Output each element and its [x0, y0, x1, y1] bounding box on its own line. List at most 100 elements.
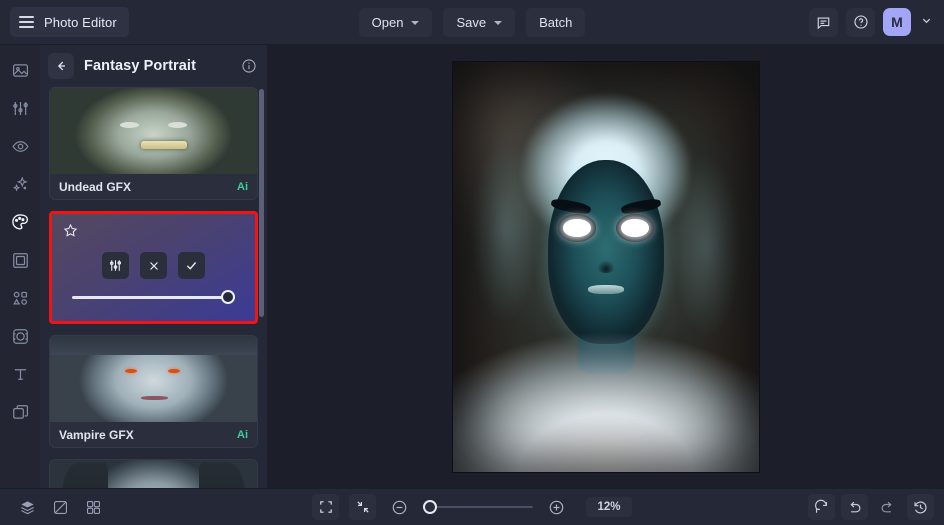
effect-cancel-button[interactable]	[140, 252, 167, 279]
open-button[interactable]: Open	[358, 8, 433, 37]
zoom-in-button[interactable]	[543, 494, 570, 520]
sidebar-item-overlay[interactable]	[5, 321, 35, 351]
list-item[interactable]: Vampire GFX Ai	[49, 335, 258, 448]
panel-title: Fantasy Portrait	[84, 58, 196, 74]
canvas-area[interactable]	[268, 45, 944, 488]
redo-button[interactable]	[874, 494, 901, 520]
undo-icon	[850, 501, 861, 512]
open-label: Open	[371, 15, 404, 30]
slider-track	[72, 296, 235, 299]
hamburger-icon	[19, 16, 34, 28]
effect-edit-overlay	[52, 214, 255, 321]
shapes-icon	[12, 291, 27, 305]
star-icon[interactable]	[63, 223, 78, 243]
grid-button[interactable]	[80, 494, 107, 520]
save-button[interactable]: Save	[443, 8, 516, 37]
compare-button[interactable]	[47, 494, 74, 520]
list-item[interactable]: Outerworld GFX Ai	[49, 459, 258, 488]
zoom-level-value[interactable]: 12%	[586, 497, 632, 517]
app-menu-button[interactable]: Photo Editor	[10, 7, 129, 37]
batch-button[interactable]: Batch	[526, 8, 586, 37]
panel-info-button[interactable]	[241, 58, 257, 74]
eye-icon	[11, 140, 29, 152]
effect-thumbnail	[50, 88, 257, 174]
adjustments-icon	[12, 101, 28, 115]
effect-settings-button[interactable]	[102, 252, 129, 279]
layers-icon	[12, 404, 28, 419]
effect-intensity-slider[interactable]	[72, 290, 235, 304]
reset-rotate-icon	[815, 499, 828, 513]
compare-icon	[53, 500, 68, 514]
check-icon	[186, 262, 197, 270]
ai-badge: Ai	[237, 428, 248, 441]
outerworld-preview-image	[50, 460, 257, 488]
layers-button[interactable]	[14, 494, 41, 520]
effect-label-row: Undead GFX Ai	[50, 174, 257, 199]
zoom-in-icon	[550, 500, 564, 514]
portrait-vignette	[453, 62, 759, 472]
back-button[interactable]	[48, 53, 74, 79]
top-toolbar: Photo Editor Open Save Batch M	[0, 0, 944, 45]
zoom-slider-track	[423, 506, 534, 508]
help-circle-icon	[853, 15, 868, 29]
grid-icon	[86, 500, 101, 514]
app-title: Photo Editor	[44, 14, 117, 30]
list-item-selected[interactable]	[49, 211, 258, 324]
feedback-button[interactable]	[809, 7, 838, 37]
sidebar-item-adjustments[interactable]	[5, 93, 35, 123]
collapse-button[interactable]	[349, 494, 377, 520]
effect-label-row: Vampire GFX Ai	[50, 422, 257, 447]
collapse-icon	[357, 501, 369, 513]
palette-icon	[12, 214, 29, 230]
bottom-toolbar-left	[14, 494, 194, 520]
avatar[interactable]: M	[883, 8, 911, 36]
chevron-down-icon	[411, 20, 420, 25]
redo-icon	[881, 501, 892, 512]
effect-name: Vampire GFX	[59, 427, 134, 442]
ai-badge: Ai	[237, 180, 248, 193]
sidebar-item-shapes[interactable]	[5, 283, 35, 313]
help-button[interactable]	[846, 7, 875, 37]
zoom-slider-handle[interactable]	[423, 500, 438, 514]
panel-scrollbar-thumb[interactable]	[259, 89, 264, 317]
fit-screen-icon	[320, 501, 332, 513]
history-icon	[914, 500, 927, 513]
frame-icon	[12, 252, 28, 268]
avatar-chevron-down-icon[interactable]	[921, 13, 932, 31]
zoom-slider[interactable]	[423, 500, 534, 514]
vampire-preview-image	[50, 336, 257, 422]
reset-button[interactable]	[808, 494, 835, 520]
slider-handle[interactable]	[221, 290, 235, 304]
sidebar-item-frame[interactable]	[5, 245, 35, 275]
history-button[interactable]	[907, 494, 934, 520]
effect-thumbnail	[50, 460, 257, 488]
app-body: Fantasy Portrait Undead GFX Ai Vampire G…	[0, 45, 944, 488]
panel-header: Fantasy Portrait	[40, 45, 267, 87]
fit-screen-button[interactable]	[312, 494, 340, 520]
zoom-out-button[interactable]	[386, 494, 413, 520]
effects-list-scroll[interactable]: Undead GFX Ai Vampire GFX Ai	[40, 87, 267, 488]
undo-button[interactable]	[841, 494, 868, 520]
effects-list: Undead GFX Ai Vampire GFX Ai	[49, 87, 258, 488]
effect-apply-button[interactable]	[178, 252, 205, 279]
effect-thumbnail	[50, 336, 257, 422]
layers-stack-icon	[21, 500, 34, 514]
comment-icon	[817, 16, 830, 29]
text-icon	[14, 368, 26, 380]
list-item[interactable]: Undead GFX Ai	[49, 87, 258, 200]
image-icon	[12, 63, 28, 77]
bottom-toolbar-right	[808, 494, 934, 520]
chevron-down-icon	[494, 20, 503, 25]
arrow-left-icon	[57, 61, 65, 71]
sidebar-item-image[interactable]	[5, 55, 35, 85]
effect-edit-actions	[52, 252, 255, 279]
sidebar-item-effects[interactable]	[5, 169, 35, 199]
sidebar-item-palette[interactable]	[5, 207, 35, 237]
top-toolbar-center: Open Save Batch	[0, 0, 944, 45]
top-toolbar-right: M	[809, 7, 934, 37]
bottom-toolbar: 12%	[0, 488, 944, 525]
sidebar-item-view[interactable]	[5, 131, 35, 161]
sidebar-item-text[interactable]	[5, 359, 35, 389]
canvas-image[interactable]	[453, 61, 759, 472]
sidebar-item-layers[interactable]	[5, 397, 35, 427]
